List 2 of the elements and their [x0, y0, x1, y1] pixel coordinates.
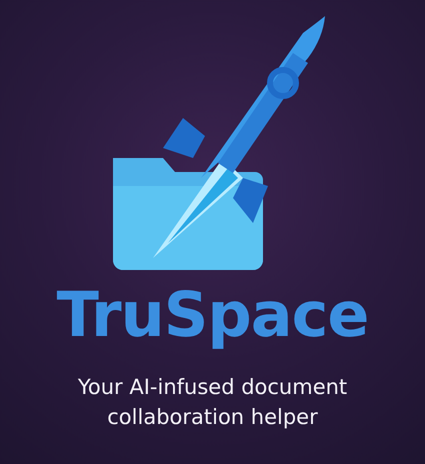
tagline-text: Your AI-infused document: [78, 374, 348, 401]
tagline-text: collaboration helper: [107, 404, 318, 431]
